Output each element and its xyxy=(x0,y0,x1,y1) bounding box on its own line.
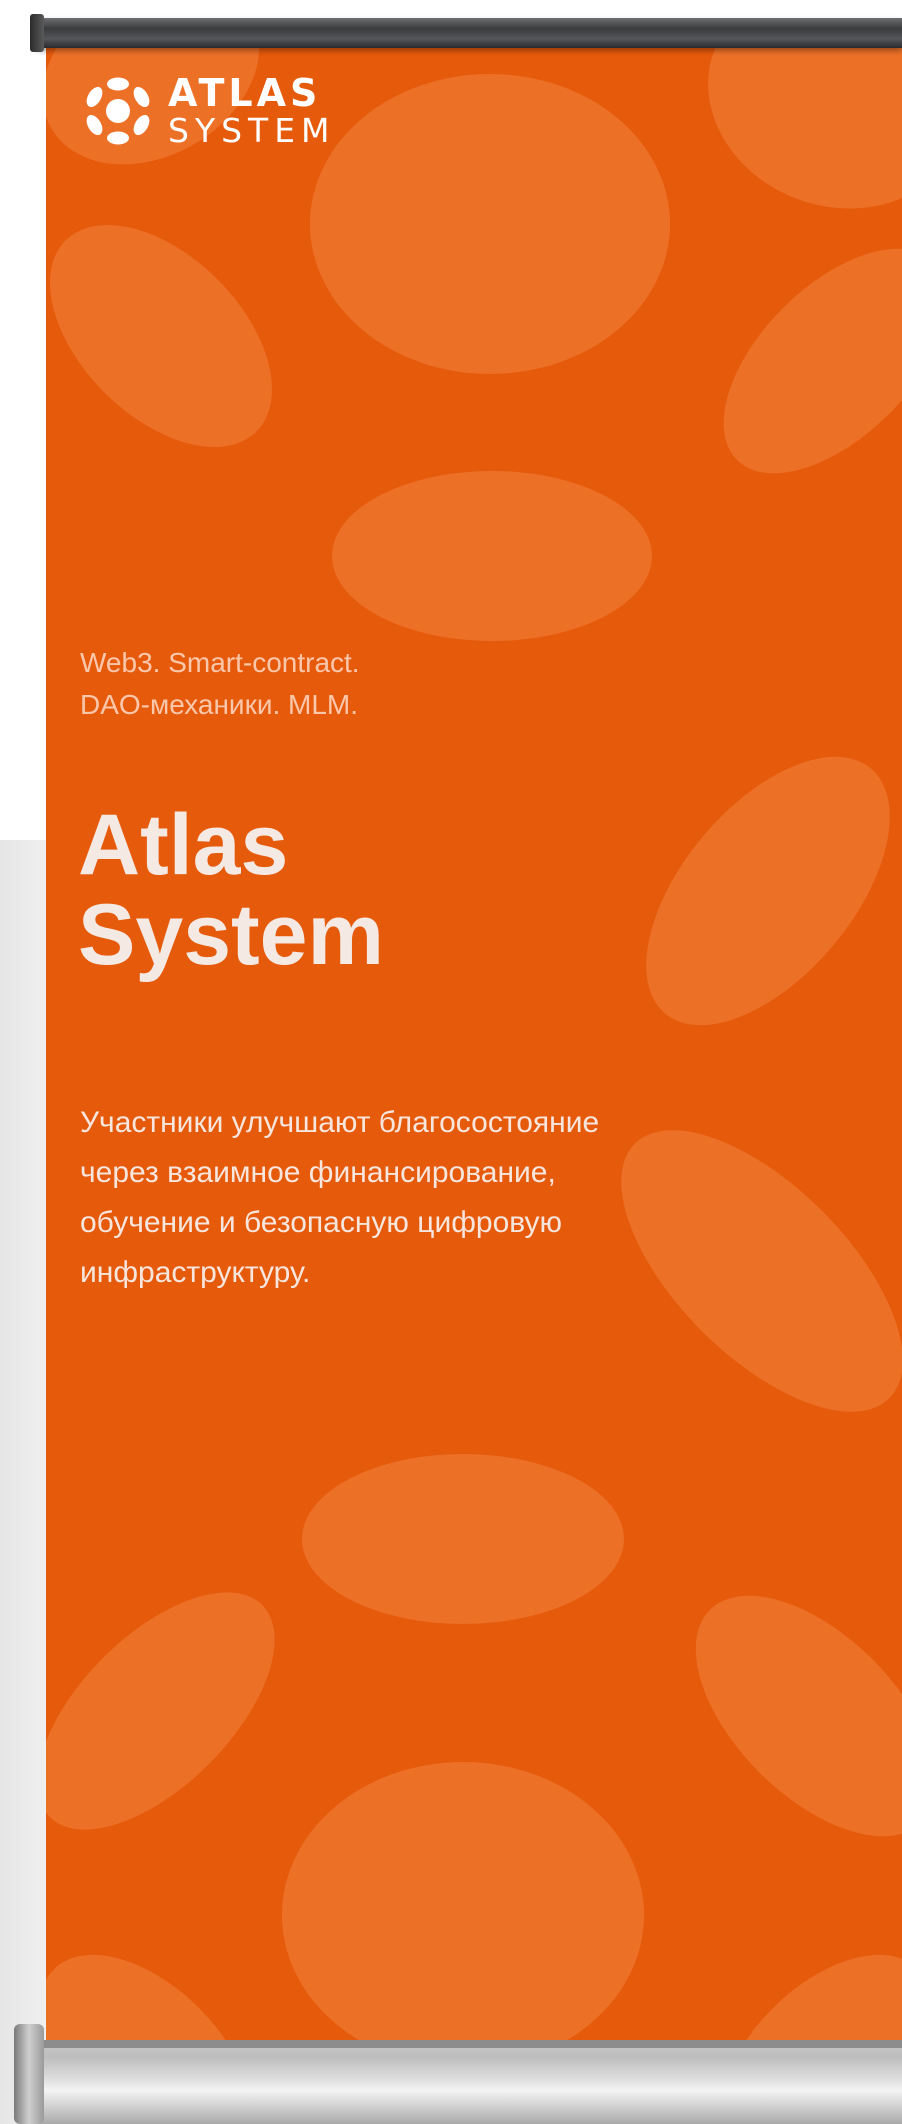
bottom-stand-base xyxy=(22,2040,902,2124)
headline: Atlas System xyxy=(78,800,384,980)
decor-blob xyxy=(600,713,902,1069)
logo-line-2: SYSTEM xyxy=(168,111,336,150)
description: Участники улучшают благосостояние через … xyxy=(80,1098,800,1298)
logo: ATLAS SYSTEM xyxy=(82,74,336,147)
top-bar-cap xyxy=(30,14,44,52)
description-line: обучение и безопасную цифровую xyxy=(80,1206,563,1239)
decor-blob xyxy=(310,74,670,374)
decor-blob xyxy=(676,46,902,244)
logo-wordmark: ATLAS SYSTEM xyxy=(168,74,336,147)
decor-blob xyxy=(683,208,902,514)
rollup-banner-scene: ATLAS SYSTEM Web3. Smart-contract. DAO-м… xyxy=(0,0,902,2124)
top-rail xyxy=(36,18,902,48)
description-line: Участники улучшают благосостояние xyxy=(80,1106,600,1139)
decor-blob xyxy=(46,1551,316,1871)
logo-line-1: ATLAS xyxy=(168,71,322,115)
headline-line-1: Atlas xyxy=(78,797,289,893)
tagline-line-2: DAO-механики. MLM. xyxy=(80,689,359,720)
bottom-stand-cap xyxy=(14,2024,44,2124)
decor-blob xyxy=(653,1553,902,1879)
banner-panel xyxy=(46,46,902,2042)
bottom-stand-rim xyxy=(22,2040,902,2048)
decor-blob xyxy=(302,1454,624,1624)
decor-blob xyxy=(282,1762,644,2042)
description-line: через взаимное финансирование, xyxy=(80,1156,556,1189)
decor-blob xyxy=(681,1916,902,2042)
decor-blob xyxy=(46,1916,291,2042)
atlas-dots-logo-icon xyxy=(86,77,150,144)
decor-blob xyxy=(46,183,314,489)
tagline-line-1: Web3. Smart-contract. xyxy=(80,647,360,678)
decor-blob xyxy=(332,471,652,641)
headline-line-2: System xyxy=(78,887,384,983)
tagline: Web3. Smart-contract. DAO-механики. MLM. xyxy=(80,642,780,726)
description-line: инфраструктуру. xyxy=(80,1256,311,1289)
